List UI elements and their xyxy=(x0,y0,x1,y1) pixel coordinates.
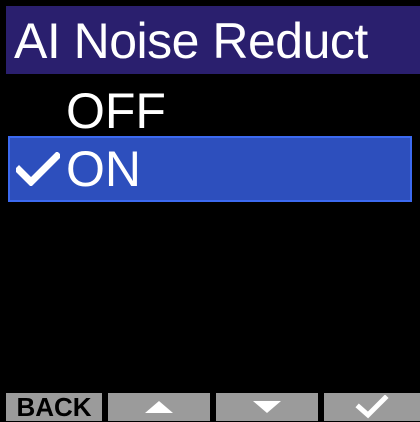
menu-item-label: ON xyxy=(66,141,141,197)
softkey-bar: BACK xyxy=(6,393,420,421)
up-button[interactable] xyxy=(108,393,210,421)
back-button[interactable]: BACK xyxy=(6,393,102,421)
down-button[interactable] xyxy=(216,393,318,421)
enter-button[interactable] xyxy=(324,393,420,421)
menu-item-on[interactable]: ON xyxy=(8,136,412,202)
check-icon xyxy=(16,152,60,186)
title-bar: AI Noise Reduct xyxy=(6,6,420,74)
menu-item-label: OFF xyxy=(66,83,166,139)
check-icon xyxy=(355,395,389,419)
triangle-up-icon xyxy=(145,401,173,413)
back-button-label: BACK xyxy=(16,392,92,422)
menu-item-off[interactable]: OFF xyxy=(10,80,410,142)
triangle-down-icon xyxy=(253,401,281,413)
device-screen: AI Noise Reduct OFF ON BACK xyxy=(0,0,420,421)
screen-title: AI Noise Reduct xyxy=(14,13,368,69)
